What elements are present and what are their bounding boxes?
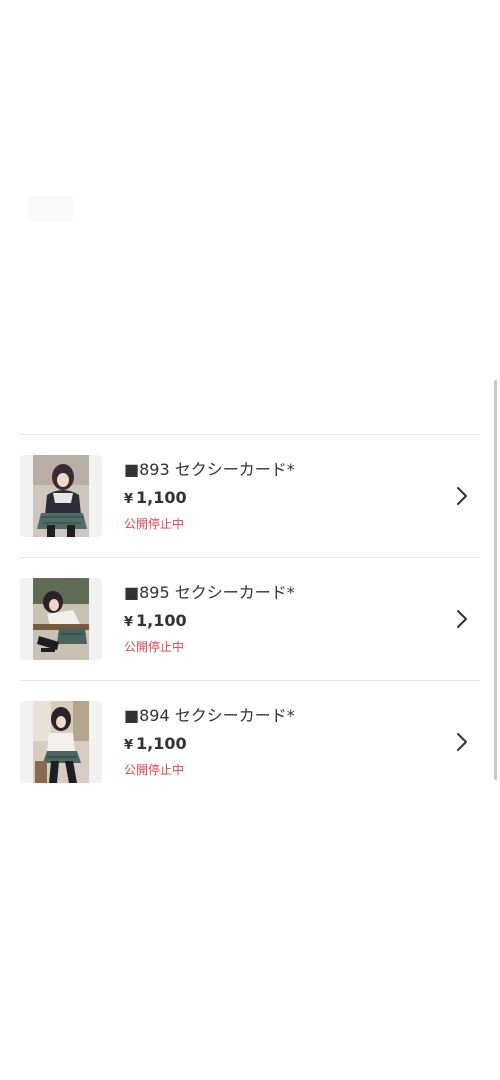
item-title: ■894 セクシーカード*: [124, 706, 295, 725]
item-price: ¥1,100: [124, 611, 450, 633]
currency-symbol: ¥: [124, 738, 134, 753]
status-label: 公開停止中: [124, 640, 185, 654]
status-label: 公開停止中: [124, 763, 185, 777]
status-label: 公開停止中: [124, 517, 185, 531]
list-item[interactable]: ■893 セクシーカード* ¥1,100 公開停止中: [20, 435, 480, 558]
list-item[interactable]: ■894 セクシーカード* ¥1,100 公開停止中: [20, 681, 480, 803]
product-thumbnail: [20, 578, 102, 660]
item-price: ¥1,100: [124, 734, 450, 756]
chevron-right-icon[interactable]: [450, 730, 474, 754]
price-value: 1,100: [136, 611, 187, 630]
product-list: ■893 セクシーカード* ¥1,100 公開停止中 ■895 セクシーカード*…: [20, 434, 480, 803]
product-thumbnail: [20, 701, 102, 783]
item-info: ■894 セクシーカード* ¥1,100 公開停止中: [124, 706, 450, 778]
list-item[interactable]: ■895 セクシーカード* ¥1,100 公開停止中: [20, 558, 480, 681]
product-thumbnail: [20, 455, 102, 537]
chevron-right-icon[interactable]: [450, 607, 474, 631]
price-value: 1,100: [136, 734, 187, 753]
chevron-right-icon[interactable]: [450, 484, 474, 508]
price-value: 1,100: [136, 488, 187, 507]
item-info: ■895 セクシーカード* ¥1,100 公開停止中: [124, 583, 450, 655]
photo-image-icon: [33, 455, 89, 537]
photo-image-icon: [33, 701, 89, 783]
scrollbar[interactable]: [494, 380, 497, 780]
photo-image-icon: [33, 578, 89, 660]
faint-placeholder: [28, 196, 74, 222]
item-title: ■893 セクシーカード*: [124, 460, 295, 479]
item-price: ¥1,100: [124, 488, 450, 510]
currency-symbol: ¥: [124, 615, 134, 630]
item-info: ■893 セクシーカード* ¥1,100 公開停止中: [124, 460, 450, 532]
currency-symbol: ¥: [124, 492, 134, 507]
blurred-header-area: [0, 0, 500, 430]
item-title: ■895 セクシーカード*: [124, 583, 295, 602]
